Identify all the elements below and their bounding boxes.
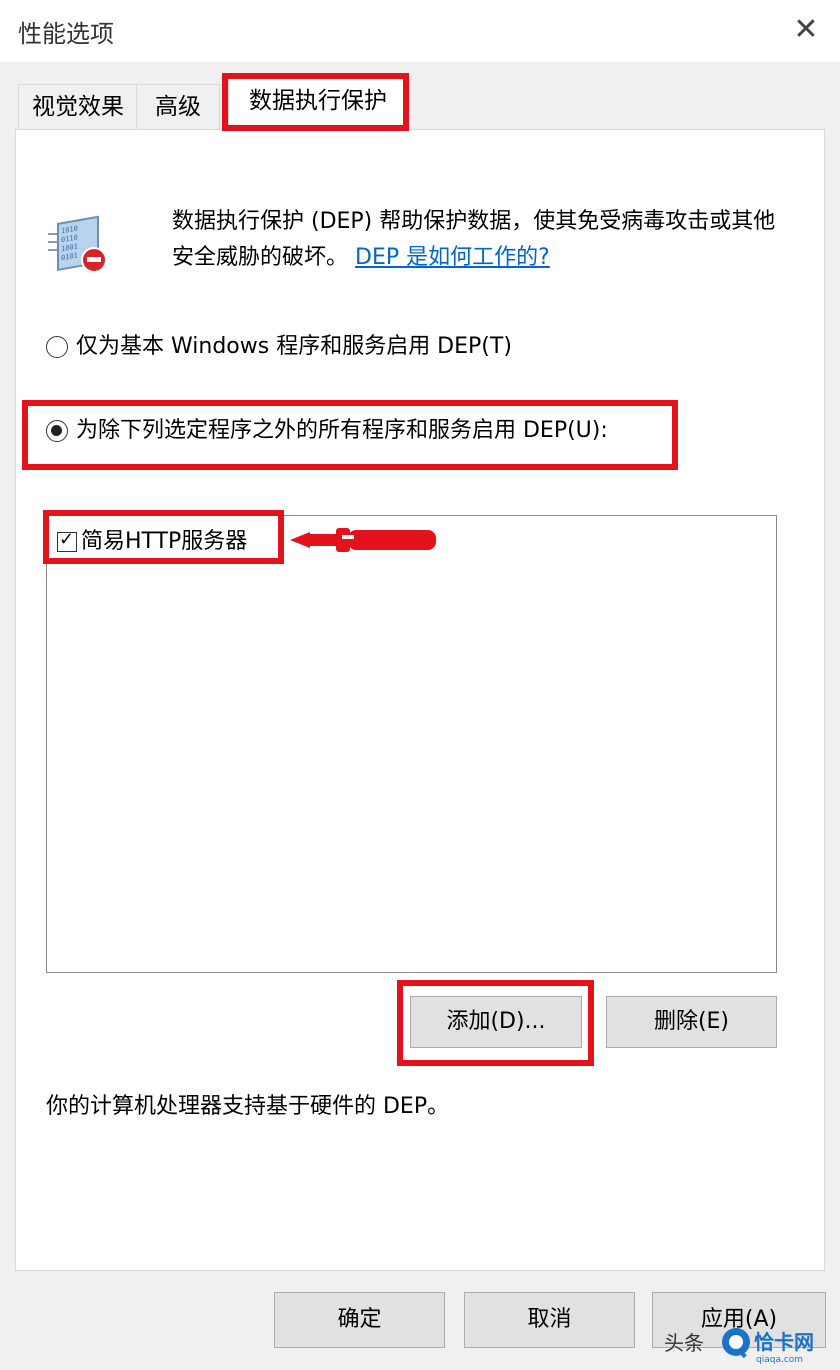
watermark-source: 头条 bbox=[664, 1331, 704, 1355]
ok-button[interactable]: 确定 bbox=[274, 1292, 445, 1348]
list-item[interactable]: ✓ 简易HTTP服务器 bbox=[57, 528, 247, 556]
watermark-site: 恰卡网 bbox=[754, 1330, 814, 1354]
list-item-checkbox[interactable]: ✓ bbox=[57, 529, 77, 552]
add-button[interactable]: 添加(D)... bbox=[410, 996, 582, 1048]
watermark-logo-icon: 恰卡网 qiaqa.com bbox=[722, 1328, 814, 1365]
remove-button[interactable]: 删除(E) bbox=[606, 996, 777, 1048]
radio-basic-only-label: 仅为基本 Windows 程序和服务启用 DEP(T) bbox=[76, 334, 512, 359]
radio-basic-only[interactable]: 仅为基本 Windows 程序和服务启用 DEP(T) bbox=[46, 332, 512, 362]
radio-all-except-circle[interactable] bbox=[46, 420, 68, 442]
window-title: 性能选项 bbox=[18, 20, 114, 48]
tab-advanced[interactable]: 高级 bbox=[136, 84, 220, 131]
tab-data-execution-prevention[interactable]: 数据执行保护 bbox=[228, 76, 408, 131]
title-bar: 性能选项 ✕ bbox=[0, 0, 840, 62]
list-item-label: 简易HTTP服务器 bbox=[81, 529, 248, 554]
dep-shield-stop-icon: 1010 0110 1001 0101 bbox=[48, 215, 107, 273]
radio-all-except[interactable]: 为除下列选定程序之外的所有程序和服务启用 DEP(U): bbox=[46, 416, 608, 446]
dep-exception-list[interactable]: ✓ 简易HTTP服务器 bbox=[46, 515, 777, 973]
hardware-dep-status: 你的计算机处理器支持基于硬件的 DEP。 bbox=[46, 1094, 450, 1119]
close-icon[interactable]: ✕ bbox=[786, 10, 826, 50]
radio-basic-only-circle[interactable] bbox=[46, 336, 68, 358]
watermark-url: qiaqa.com bbox=[756, 1355, 803, 1365]
tab-visual-effects[interactable]: 视觉效果 bbox=[18, 84, 138, 131]
red-arrow-icon bbox=[290, 528, 436, 552]
dep-help-link[interactable]: DEP 是如何工作的? bbox=[355, 245, 550, 270]
radio-all-except-label: 为除下列选定程序之外的所有程序和服务启用 DEP(U): bbox=[76, 418, 608, 443]
dep-description: 数据执行保护 (DEP) 帮助保护数据，使其免受病毒攻击或其他安全威胁的破坏。 … bbox=[172, 204, 792, 276]
performance-options-window: 性能选项 ✕ 视觉效果 高级 数据执行保护 1010 0110 1001 010… bbox=[0, 0, 840, 1370]
checkmark-icon: ✓ bbox=[59, 529, 75, 550]
cancel-button[interactable]: 取消 bbox=[464, 1292, 635, 1348]
